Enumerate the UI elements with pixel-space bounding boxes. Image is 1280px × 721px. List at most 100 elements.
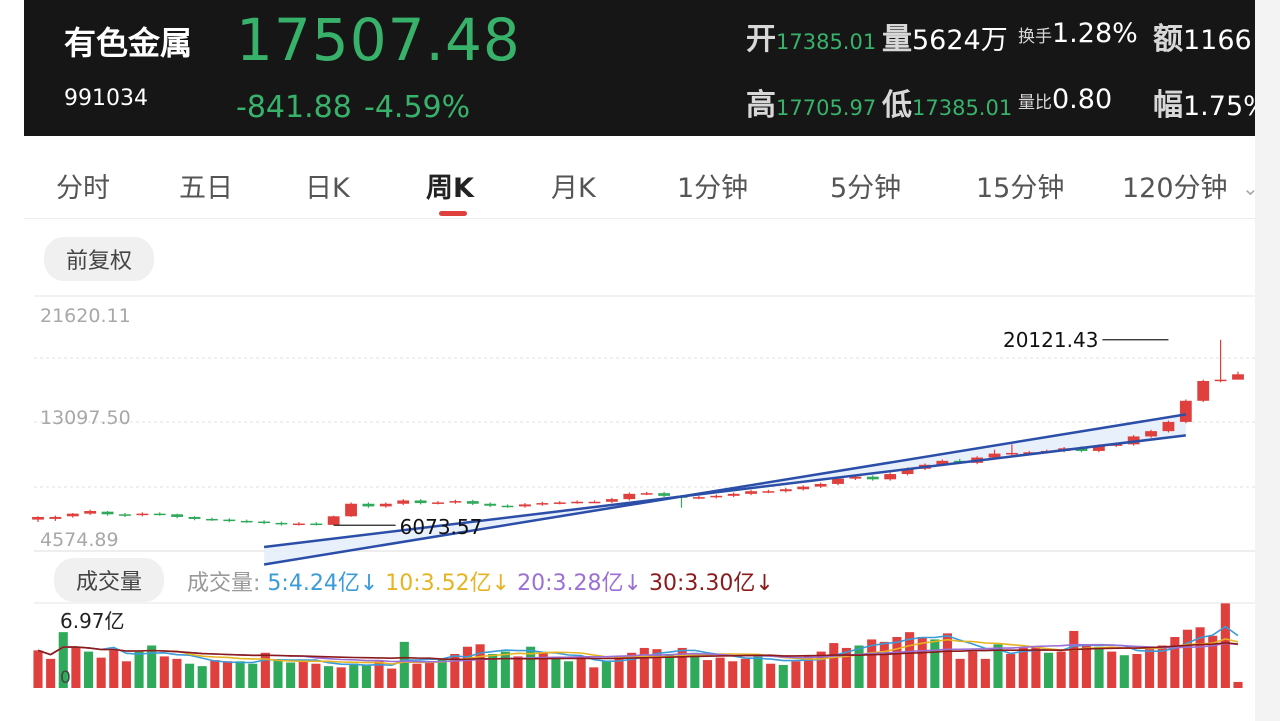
volume-bar	[1056, 651, 1066, 688]
candle-body	[49, 516, 62, 519]
volume-bar	[715, 657, 725, 688]
volume-bar	[1107, 651, 1117, 688]
right-edge	[1255, 0, 1280, 721]
ma5-value: 5:4.24亿	[267, 571, 360, 596]
candle-body	[640, 493, 653, 495]
ma20-arrow-icon: ↓	[623, 571, 642, 596]
volume-bar	[286, 662, 296, 688]
volume-bar	[968, 651, 978, 688]
volume-bar	[1094, 646, 1104, 688]
ma20-value: 20:3.28亿	[517, 571, 624, 596]
candle-body	[449, 501, 462, 503]
volume-bar	[1069, 630, 1079, 688]
volume-bar	[273, 660, 283, 688]
candle-body	[832, 478, 844, 484]
volume-bar	[803, 656, 814, 688]
volume-bar	[134, 651, 144, 688]
volume-bar	[71, 646, 81, 688]
candle-body	[536, 503, 549, 505]
candle-body	[362, 503, 375, 507]
candle-body	[171, 514, 184, 517]
candle-body	[379, 503, 392, 507]
volume-bar	[563, 661, 574, 688]
candle-body	[814, 483, 827, 487]
volume-bar	[702, 660, 713, 688]
y-axis-label: 21620.11	[40, 305, 131, 327]
candle-body	[101, 511, 114, 515]
volume-bar	[425, 661, 435, 688]
volume-bar	[766, 663, 776, 688]
volume-bar	[349, 663, 359, 688]
candle-body	[188, 516, 201, 519]
volume-bar	[955, 658, 965, 688]
candle-body	[1197, 380, 1210, 401]
volume-bar	[728, 661, 738, 688]
candle-body	[432, 502, 444, 504]
candle-body	[1214, 379, 1227, 382]
candle-body	[1232, 374, 1244, 380]
volume-bar	[1081, 644, 1091, 688]
candle-body	[258, 521, 270, 524]
candle-body	[484, 503, 497, 506]
candle-body	[310, 523, 323, 526]
candle-body	[84, 511, 97, 514]
volume-bar	[185, 663, 195, 688]
volume-bar	[210, 660, 220, 688]
candle-body	[327, 516, 340, 525]
volume-bar	[829, 643, 839, 688]
volume-bar	[892, 637, 902, 688]
volume-bar	[298, 661, 308, 688]
ma30-value: 30:3.30亿	[648, 571, 756, 596]
candle-body	[414, 500, 427, 504]
volume-bar	[1233, 681, 1243, 688]
volume-bar	[551, 657, 561, 688]
volume-bar	[665, 654, 675, 688]
volume-bar	[980, 658, 990, 688]
candle-body	[240, 520, 253, 523]
volume-indicator-button[interactable]: 成交量	[54, 558, 165, 602]
candle-body	[762, 491, 775, 493]
volume-bar	[323, 666, 334, 688]
volume-bar	[172, 658, 182, 688]
volume-bar	[500, 651, 510, 688]
volume-bar	[159, 656, 169, 688]
volume-bar	[83, 651, 94, 688]
kline-chart[interactable]: 21620.11 13097.50 4574.89 20121.43 6073.57 6.…	[24, 0, 1255, 721]
max-annotation-label: 20121.43	[1003, 328, 1098, 352]
volume-bar	[412, 663, 422, 688]
volume-bar	[917, 637, 927, 688]
volume-bar	[96, 657, 106, 688]
volume-bar	[791, 661, 801, 688]
candle-body	[779, 489, 792, 492]
candle-body	[119, 514, 131, 516]
volume-bar	[778, 664, 788, 688]
ma10-arrow-icon: ↓	[491, 571, 511, 596]
candle-body	[32, 516, 44, 520]
ma10-value: 10:3.52亿	[385, 571, 492, 596]
candle-body	[588, 501, 601, 504]
volume-bar	[197, 666, 207, 688]
volume-bar	[576, 658, 586, 688]
ma30-arrow-icon: ↓	[755, 571, 774, 596]
candle-body	[275, 522, 288, 525]
volume-bar	[513, 656, 523, 688]
volume-bar	[121, 661, 131, 688]
volume-bar	[462, 646, 473, 688]
candle-body	[658, 493, 670, 496]
candle-body	[710, 495, 723, 498]
candle-body	[606, 499, 618, 502]
volume-bar	[248, 663, 258, 688]
candle-body	[866, 476, 879, 480]
volume-bar	[690, 652, 700, 688]
candle-body	[292, 523, 305, 526]
volume-bar	[1220, 603, 1230, 688]
volume-bar	[1018, 647, 1028, 688]
volume-bar	[387, 668, 397, 688]
candle-body	[397, 500, 410, 504]
candle-body	[519, 504, 531, 507]
volume-bar	[1119, 655, 1129, 688]
ma5-arrow-icon: ↓	[359, 571, 379, 596]
volume-bar	[46, 658, 56, 688]
volume-bar	[109, 649, 119, 688]
candle-body	[153, 513, 166, 516]
